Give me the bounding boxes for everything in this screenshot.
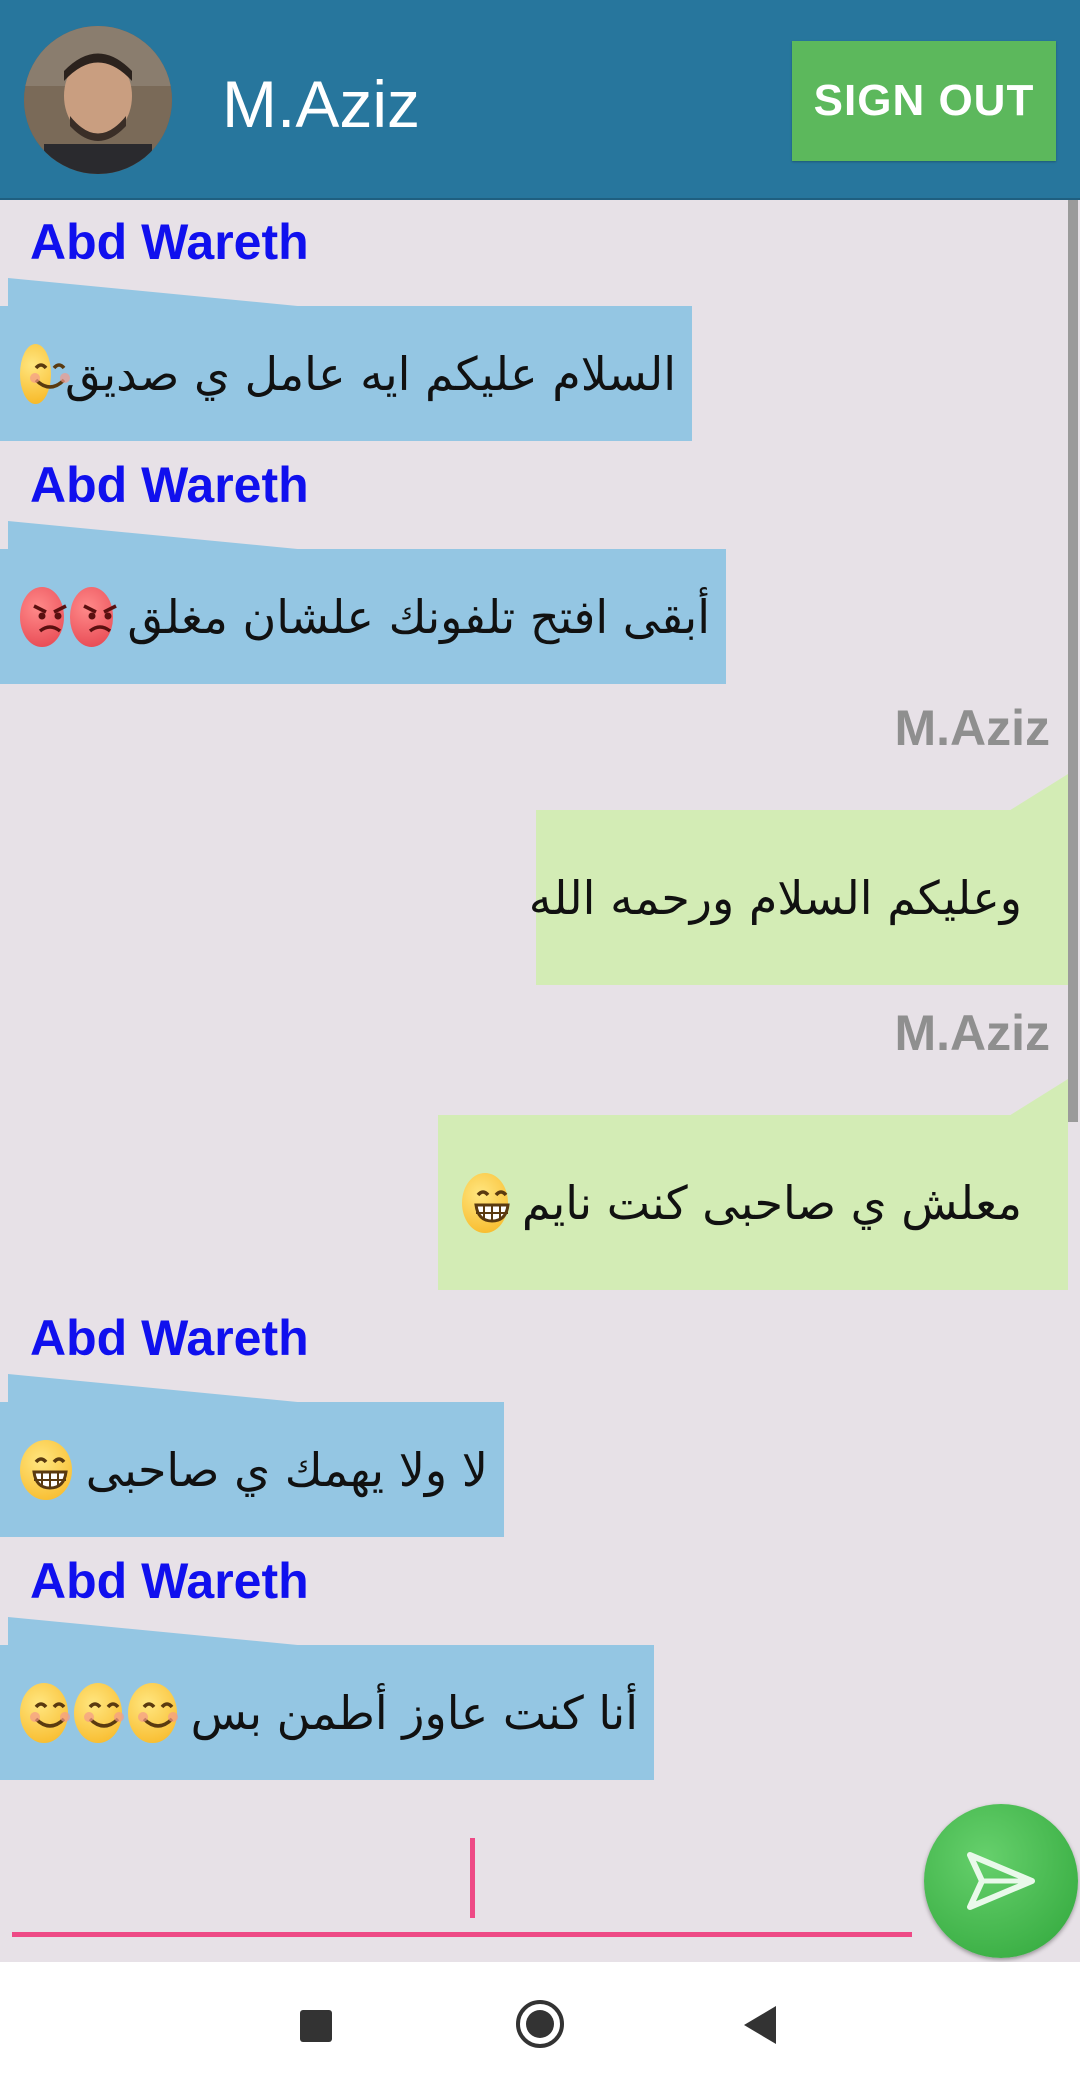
sent-message-bubble[interactable]: وعليكم السلام ورحمه الله (529, 810, 1068, 985)
bubble-tail (1004, 774, 1068, 814)
scrollbar[interactable] (1068, 200, 1078, 1122)
message-text: السلام عليكم ايه عامل ي صديق (64, 346, 676, 401)
message-input[interactable] (12, 1820, 916, 1936)
smile-emoji-icon (20, 343, 70, 404)
triangle-back-icon[interactable] (740, 2004, 780, 2046)
square-recents-icon[interactable] (298, 2008, 334, 2044)
smile-emoji-icon (20, 1682, 70, 1743)
bubble-tail (8, 521, 318, 551)
grin-emoji-icon (20, 1439, 72, 1500)
smile-emoji-icon (74, 1682, 125, 1743)
bubble-tail (8, 1374, 318, 1404)
message-text: وعليكم السلام ورحمه الله (528, 870, 1022, 925)
message-sender-name: Abd Wareth (30, 457, 309, 513)
received-message-bubble[interactable]: أنا كنت عاوز أطمن بس (0, 1645, 654, 1780)
message-text: أبقى افتح تلفونك علشان مغلق (127, 589, 710, 644)
received-message-bubble[interactable]: لا ولا يهمك ي صاحبى (0, 1402, 504, 1537)
avatar-photo-icon (24, 26, 172, 174)
send-button[interactable] (924, 1804, 1078, 1958)
message-sender-name: Abd Wareth (30, 1553, 309, 1609)
received-message-bubble[interactable]: السلام عليكم ايه عامل ي صديق (0, 306, 692, 441)
send-arrow-icon (967, 1852, 1035, 1910)
message-text: معلش ي صاحبى كنت نايم (521, 1175, 1022, 1230)
circle-home-icon[interactable] (514, 1998, 566, 2050)
input-underline (12, 1932, 912, 1937)
bubble-tail (1004, 1079, 1068, 1119)
bubble-tail (8, 1617, 318, 1647)
message-sender-name: M.Aziz (894, 700, 1050, 756)
message-sender-name: M.Aziz (894, 1005, 1050, 1061)
message-sender-name: Abd Wareth (30, 1796, 309, 1804)
sign-out-button[interactable]: SIGN OUT (792, 41, 1056, 161)
message-list[interactable]: Abd Wareth السلام عليكم ايه عامل ي صديق Ab… (0, 200, 1080, 1804)
message-text: أنا كنت عاوز أطمن بس (190, 1685, 638, 1740)
smile-emoji-icon (128, 1682, 179, 1743)
received-message-bubble[interactable]: أبقى افتح تلفونك علشان مغلق (0, 549, 726, 684)
user-avatar[interactable] (24, 26, 172, 174)
message-composer (12, 1820, 916, 1940)
system-navigation-bar (0, 1962, 1080, 2090)
grin-emoji-icon (462, 1172, 510, 1233)
sent-message-bubble[interactable]: معلش ي صاحبى كنت نايم (438, 1115, 1068, 1290)
text-caret (470, 1838, 475, 1918)
message-sender-name: Abd Wareth (30, 1310, 309, 1366)
header-username: M.Aziz (222, 67, 420, 141)
message-text: لا ولا يهمك ي صاحبى (85, 1442, 488, 1497)
app-header: M.Aziz SIGN OUT (0, 0, 1080, 200)
message-sender-name: Abd Wareth (30, 214, 309, 270)
bubble-tail (8, 278, 318, 308)
angry-emoji-icon (20, 586, 67, 647)
